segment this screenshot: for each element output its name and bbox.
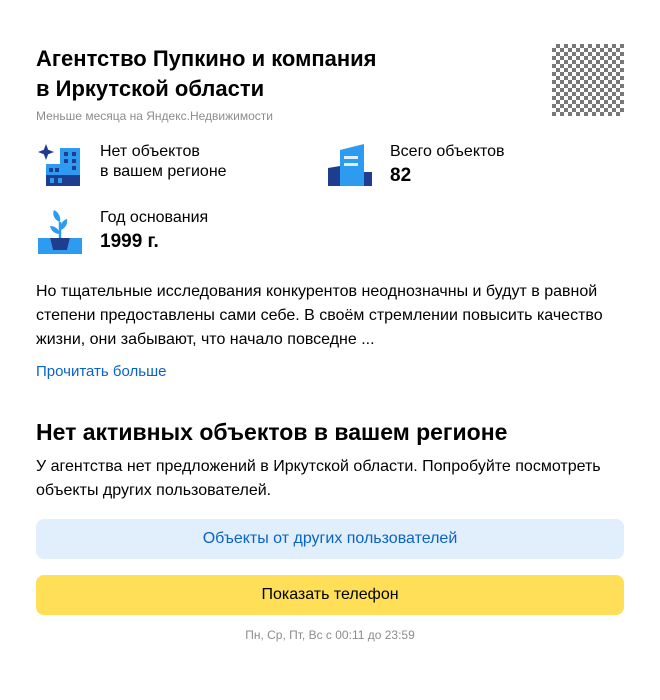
description-line-1: Но тщательные исследования конкурентов н… bbox=[36, 283, 598, 300]
empty-state-heading: Нет активных объектов в вашем регионе bbox=[36, 419, 508, 445]
building-icon bbox=[328, 144, 372, 186]
agency-subtitle: Меньше месяца на Яндекс.Недвижимости bbox=[36, 109, 273, 123]
stat-label: Всего объектов bbox=[390, 143, 505, 160]
sprout-icon bbox=[38, 210, 82, 254]
city-sparkle-icon bbox=[38, 144, 80, 186]
stat-no-objects: Нет объектов в вашем регионе bbox=[36, 142, 296, 190]
empty-state-text-line-1: У агентства нет предложений в Иркутской … bbox=[36, 458, 601, 475]
stat-total-objects: Всего объектов 82 bbox=[326, 142, 586, 190]
other-users-objects-button[interactable]: Объекты от других пользователей bbox=[36, 519, 624, 559]
empty-state-text: У агентства нет предложений в Иркутской … bbox=[36, 455, 636, 503]
stat-label: Год основания bbox=[100, 209, 209, 226]
show-phone-button[interactable]: Показать телефон bbox=[36, 575, 624, 615]
stat-label-line-2: в вашем регионе bbox=[100, 163, 227, 180]
agency-title: Агентство Пупкино и компания в Иркутской… bbox=[36, 44, 506, 104]
stat-value: 82 bbox=[390, 165, 412, 186]
description-line-2: степени предоставлены сами себе. В своём… bbox=[36, 307, 603, 324]
stat-label-line-1: Нет объектов bbox=[100, 143, 200, 160]
read-more-link[interactable]: Прочитать больше bbox=[36, 362, 166, 382]
agency-description: Но тщательные исследования конкурентов н… bbox=[36, 280, 626, 352]
working-hours: Пн, Ср, Пт, Вс с 00:11 до 23:59 bbox=[245, 628, 415, 642]
stat-value: 1999 г. bbox=[100, 231, 159, 252]
agency-logo-placeholder bbox=[552, 44, 624, 116]
empty-state-text-line-2: объекты других пользователей. bbox=[36, 482, 272, 499]
agency-title-line-2: в Иркутской области bbox=[36, 76, 265, 101]
description-line-3: жизни, они забывают, что начало повседне… bbox=[36, 331, 375, 348]
stat-founded-year: Год основания 1999 г. bbox=[36, 208, 296, 256]
agency-title-line-1: Агентство Пупкино и компания bbox=[36, 46, 377, 71]
stat-label: Нет объектов в вашем регионе bbox=[100, 142, 227, 182]
